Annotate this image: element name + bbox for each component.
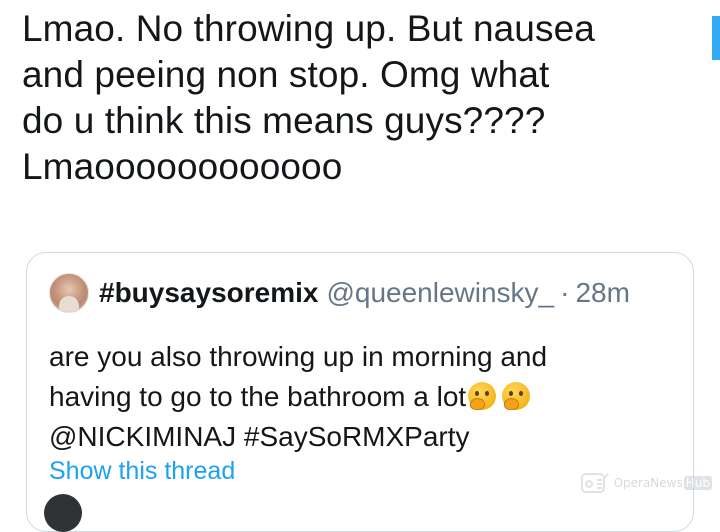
edge-accent-bar — [712, 16, 720, 60]
quoted-text-line: are you also throwing up in morning and — [49, 341, 548, 372]
watermark-brand: OperaNews — [613, 476, 683, 490]
avatar[interactable] — [49, 273, 89, 313]
tweet-text-line: Lmao. No throwing up. But nausea — [22, 8, 595, 49]
thinking-face-emoji-icon — [468, 382, 497, 410]
quoted-handle[interactable]: @queenlewinsky_ — [326, 277, 554, 309]
tweet-text-line: do u think this means guys???? — [22, 100, 546, 141]
quoted-display-name[interactable]: #buysaysoremix — [99, 277, 318, 309]
quoted-tweet-text: are you also throwing up in morning and … — [49, 337, 689, 457]
quoted-tweet-header: #buysaysoremix @queenlewinsky_ · 28m — [49, 271, 630, 315]
quoted-text-segment: having to go to the bathroom a lot — [49, 381, 467, 412]
watermark-logo: OperaNews Hub — [580, 470, 712, 496]
tweet-text-line: Lmaoooooooooooo — [22, 146, 343, 187]
quoted-text-line: having to go to the bathroom a lot — [49, 377, 689, 417]
quoted-timestamp[interactable]: 28m — [575, 277, 629, 309]
thinking-face-emoji-icon — [502, 382, 531, 410]
watermark-text: OperaNews Hub — [614, 476, 712, 490]
separator-dot: · — [560, 277, 570, 308]
opera-news-logo-icon — [580, 473, 609, 493]
watermark-badge: Hub — [683, 476, 712, 490]
show-thread-link[interactable]: Show this thread — [49, 457, 235, 486]
avatar[interactable] — [44, 494, 82, 532]
tweet-text: Lmao. No throwing up. But nausea and pee… — [22, 6, 712, 190]
quoted-text-line[interactable]: @NICKIMINAJ #SaySoRMXParty — [49, 417, 689, 457]
tweet-text-line: and peeing non stop. Omg what — [22, 54, 550, 95]
